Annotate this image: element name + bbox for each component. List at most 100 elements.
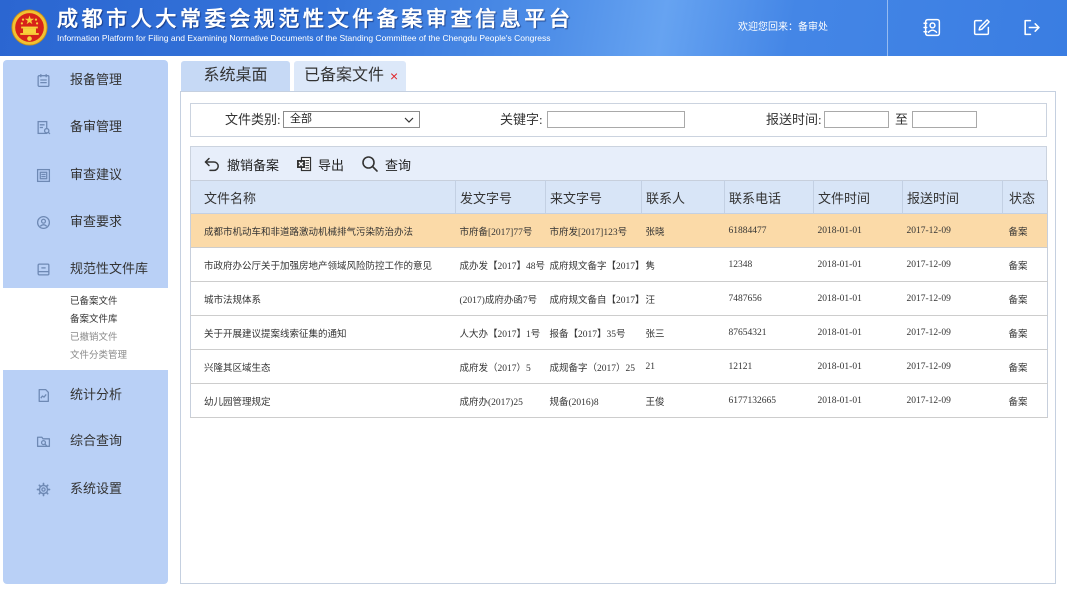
cell-contact: 王俊	[641, 383, 725, 418]
keyword-input[interactable]	[547, 111, 685, 128]
document-search-icon	[37, 120, 51, 135]
undo-icon	[204, 157, 219, 172]
submenu-item-filing-library[interactable]: 备案文件库	[3, 311, 168, 329]
cell-submit-date: 2017-12-09	[902, 247, 1003, 282]
sidebar-item-label: 综合查询	[70, 433, 123, 448]
column-header-incoming-number[interactable]: 来文字号	[545, 180, 642, 214]
column-header-phone[interactable]: 联系电话	[724, 180, 814, 214]
cell-submit-date: 2017-12-09	[902, 383, 1003, 418]
sidebar-item-filing-management[interactable]: 报备管理	[3, 60, 168, 100]
table-row[interactable]: 市政府办公厅关于加强房地产领域风险防控工作的意见 成办发【2017】48号 成府规文…	[190, 247, 1048, 282]
cell-file-date: 2018-01-01	[813, 349, 903, 384]
archive-box-icon	[37, 263, 50, 276]
tab-filed-documents[interactable]: 已备案文件 ×	[294, 61, 406, 91]
sidebar-item-normative-library[interactable]: 规范性文件库	[3, 249, 168, 289]
table-body: 成都市机动车和非道路激动机械排气污染防治办法 市府备[2017]77号 市府发[20…	[190, 213, 1048, 418]
revoke-filing-label: 撤销备案	[227, 157, 280, 173]
header-divider	[887, 0, 888, 56]
submit-time-label: 报送时间:	[766, 112, 822, 127]
cell-incoming-number: 成府规文备字【2017】	[545, 247, 642, 282]
sidebar-item-label: 报备管理	[70, 72, 123, 87]
keyword-label: 关键字:	[500, 112, 543, 127]
sidebar-item-label: 审查建议	[70, 167, 123, 182]
column-header-contact[interactable]: 联系人	[641, 180, 725, 214]
sidebar-item-system-settings[interactable]: 系统设置	[3, 469, 168, 509]
main-panel: 文件类别: 全部 关键字: 报送时间: 至 撤销备案 导出 查询 文件名称 发文…	[180, 91, 1056, 584]
tab-label: 已备案文件	[304, 67, 385, 84]
column-header-submit-date[interactable]: 报送时间	[902, 180, 1003, 214]
cell-submit-date: 2017-12-09	[902, 213, 1003, 248]
query-button[interactable]: 查询	[361, 154, 411, 174]
search-icon	[362, 156, 378, 172]
query-label: 查询	[385, 157, 412, 173]
file-category-value: 全部	[290, 113, 312, 125]
column-header-file-name[interactable]: 文件名称	[190, 180, 456, 214]
sidebar-item-label: 审查要求	[70, 214, 123, 229]
cell-status: 备案	[1002, 281, 1048, 316]
table-row[interactable]: 城市法规体系 (2017)成府办函7号 成府规文备自【2017】汪 7487656 20…	[190, 281, 1048, 316]
file-category-label: 文件类别:	[225, 112, 281, 127]
sidebar-item-comprehensive-query[interactable]: 综合查询	[3, 421, 168, 461]
cell-status: 备案	[1002, 383, 1048, 418]
cell-file-name: 关于开展建议提案线索征集的通知	[190, 315, 456, 350]
folder-search-icon	[36, 436, 51, 447]
submit-time-to-input[interactable]	[912, 111, 977, 128]
sidebar-item-statistics[interactable]: 统计分析	[3, 375, 168, 415]
welcome-text: 欢迎您回来：备审处	[738, 22, 828, 33]
top-header: 成都市人大常委会规范性文件备案审查信息平台 Information Platfo…	[0, 0, 1067, 56]
column-header-doc-number[interactable]: 发文字号	[455, 180, 546, 214]
chevron-down-icon	[404, 117, 414, 123]
date-range-separator: 至	[895, 112, 909, 127]
cell-phone: 6177132665	[724, 383, 814, 418]
table-row[interactable]: 幼儿园管理规定 成府办(2017)25 规备(2016)8 王俊 6177132665 2…	[190, 383, 1048, 418]
submenu-item-filed-documents[interactable]: 已备案文件	[3, 293, 168, 311]
cell-file-name: 城市法规体系	[190, 281, 456, 316]
sidebar-item-label: 系统设置	[70, 481, 123, 496]
submenu-item-category-management[interactable]: 文件分类管理	[3, 347, 168, 365]
table-row[interactable]: 兴隆其区域生态 成府发（2017）5 成规备字（2017）25 21 12121 2018…	[190, 349, 1048, 384]
profile-card-icon[interactable]	[923, 18, 942, 37]
cell-incoming-number: 成规备字（2017）25	[545, 349, 642, 384]
file-category-select[interactable]: 全部	[283, 111, 420, 128]
column-header-file-date[interactable]: 文件时间	[813, 180, 903, 214]
tab-system-desktop[interactable]: 系统桌面	[181, 61, 290, 91]
sidebar-item-review-requirements[interactable]: 审查要求	[3, 202, 168, 242]
filed-documents-table: 文件名称 发文字号 来文字号 联系人 联系电话 文件时间 报送时间 状态 成都市…	[190, 180, 1048, 418]
cell-incoming-number: 规备(2016)8	[545, 383, 642, 418]
cell-contact: 汪	[641, 281, 725, 316]
user-circle-icon	[36, 215, 51, 230]
tab-close-icon[interactable]: ×	[390, 61, 398, 91]
submit-time-from-input[interactable]	[824, 111, 889, 128]
sidebar: 报备管理 备审管理 审查建议 审查要求 规范性文件库 已备案文件 备案文件库 已…	[3, 60, 168, 584]
export-label: 导出	[318, 157, 345, 173]
cell-phone: 87654321	[724, 315, 814, 350]
cell-file-date: 2018-01-01	[813, 213, 903, 248]
submenu-item-revoked-documents[interactable]: 已撤销文件	[3, 329, 168, 347]
cell-doc-number: 成府发（2017）5	[455, 349, 546, 384]
cell-file-date: 2018-01-01	[813, 383, 903, 418]
edit-icon[interactable]	[972, 18, 991, 37]
table-row[interactable]: 关于开展建议提案线索征集的通知 人大办【2017】1号 报备【2017】35号 张三 8…	[190, 315, 1048, 350]
calendar-list-icon	[37, 74, 50, 88]
cell-contact: 隽	[641, 247, 725, 282]
column-header-status[interactable]: 状态	[1002, 180, 1048, 214]
revoke-filing-button[interactable]: 撤销备案	[203, 154, 279, 174]
cell-doc-number: 人大办【2017】1号	[455, 315, 546, 350]
export-button[interactable]: 导出	[296, 154, 344, 174]
cell-submit-date: 2017-12-09	[902, 315, 1003, 350]
filter-bar: 文件类别: 全部 关键字: 报送时间: 至	[190, 103, 1047, 137]
cell-status: 备案	[1002, 349, 1048, 384]
tab-label: 系统桌面	[203, 67, 268, 84]
logout-icon[interactable]	[1022, 18, 1041, 37]
table-row[interactable]: 成都市机动车和非道路激动机械排气污染防治办法 市府备[2017]77号 市府发[20…	[190, 213, 1048, 248]
sidebar-item-label: 统计分析	[70, 387, 123, 402]
sidebar-item-review-management[interactable]: 备审管理	[3, 107, 168, 147]
cell-contact: 21	[641, 349, 725, 384]
cell-file-name: 成都市机动车和非道路激动机械排气污染防治办法	[190, 213, 456, 248]
cell-submit-date: 2017-12-09	[902, 281, 1003, 316]
action-toolbar: 撤销备案 导出 查询	[190, 146, 1047, 180]
cell-file-name: 兴隆其区域生态	[190, 349, 456, 384]
cell-contact: 张晓	[641, 213, 725, 248]
sidebar-item-review-suggestions[interactable]: 审查建议	[3, 155, 168, 195]
cell-doc-number: 市府备[2017]77号	[455, 213, 546, 248]
